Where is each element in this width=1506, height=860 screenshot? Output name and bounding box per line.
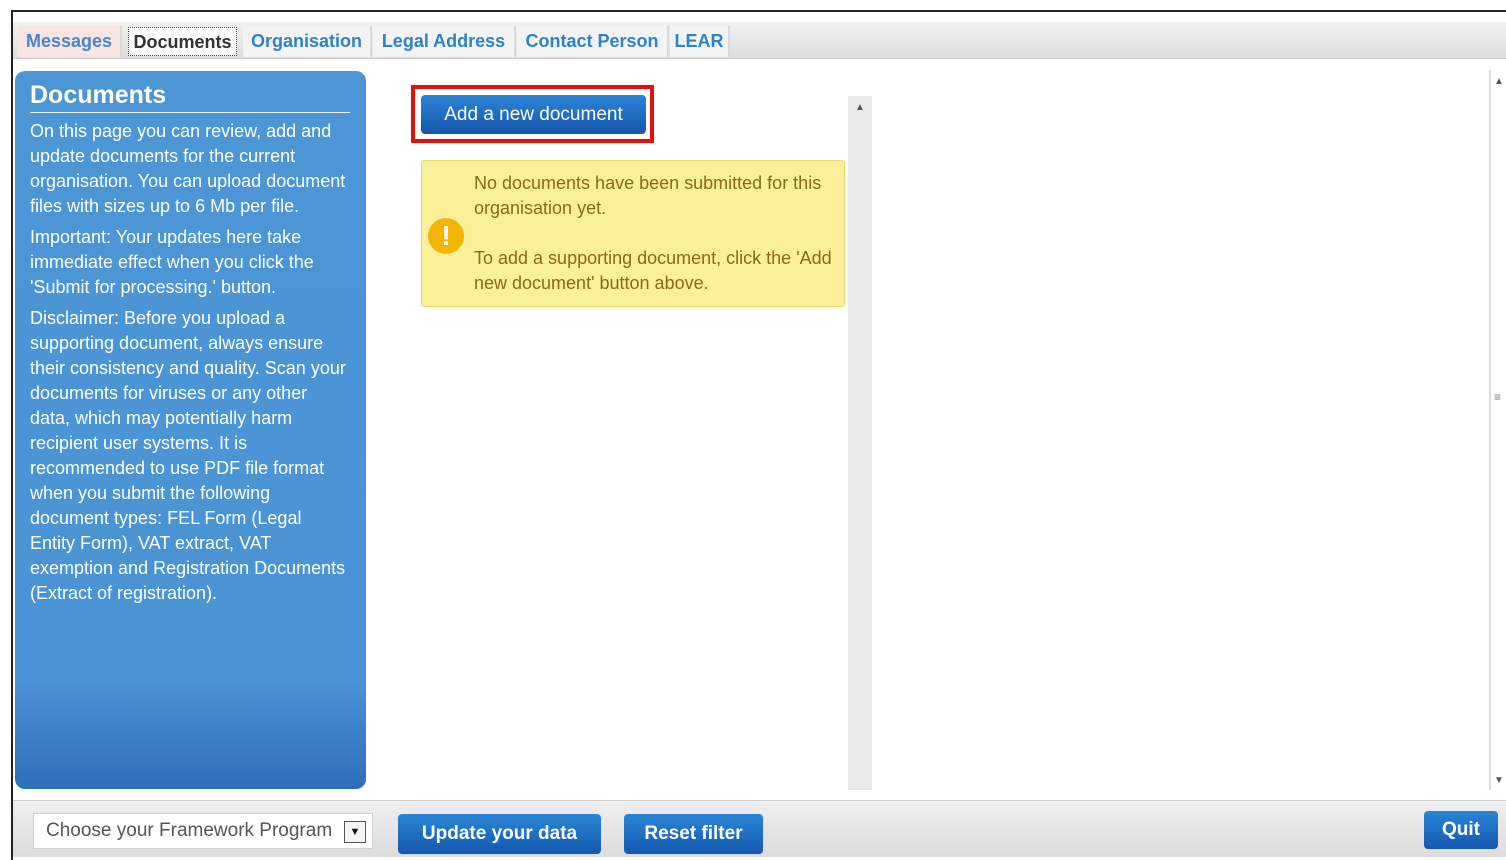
warning-icon: ! <box>428 218 464 254</box>
scroll-up-icon[interactable]: ▲ <box>855 102 865 113</box>
tab-organisation[interactable]: Organisation <box>243 26 372 57</box>
framework-program-select[interactable]: Choose your Framework Program ▼ <box>33 813 373 849</box>
notice-line-2: To add a supporting document, click the … <box>474 248 832 293</box>
tab-contact-person[interactable]: Contact Person <box>517 26 669 57</box>
tab-messages[interactable]: Messages <box>18 26 122 57</box>
sidebar-important-text: Important: Your updates here take immedi… <box>30 227 314 297</box>
reset-filter-button[interactable]: Reset filter <box>624 814 763 854</box>
no-documents-notice: ! No documents have been submitted for t… <box>421 160 845 307</box>
update-data-button[interactable]: Update your data <box>398 814 601 854</box>
scroll-grip-icon[interactable]: ≡ <box>1494 390 1501 404</box>
page-scrollbar[interactable]: ▲ ≡ ▼ <box>1489 70 1506 790</box>
tab-bar: Messages Documents Organisation Legal Ad… <box>13 22 1506 59</box>
notice-message: No documents have been submitted for thi… <box>474 171 834 321</box>
framework-program-value: Choose your Framework Program <box>46 820 333 841</box>
scroll-down-icon[interactable]: ▼ <box>1494 775 1504 786</box>
document-list-scrollbar[interactable]: ▲ <box>848 96 872 790</box>
tab-lear[interactable]: LEAR <box>670 26 730 57</box>
chevron-down-icon[interactable]: ▼ <box>344 821 366 843</box>
sidebar-intro-text: On this page you can review, add and upd… <box>30 121 346 216</box>
scroll-up-icon[interactable]: ▲ <box>1494 76 1504 87</box>
help-sidebar: Documents On this page you can review, a… <box>15 71 366 789</box>
add-document-button[interactable]: Add a new document <box>421 95 646 134</box>
sidebar-title: Documents <box>30 81 350 113</box>
notice-line-1: No documents have been submitted for thi… <box>474 173 822 218</box>
quit-button[interactable]: Quit <box>1424 811 1498 849</box>
tab-legal-address[interactable]: Legal Address <box>373 26 516 57</box>
sidebar-disclaimer-text: Disclaimer: Before you upload a supporti… <box>30 308 346 603</box>
tab-documents[interactable]: Documents <box>128 27 237 56</box>
